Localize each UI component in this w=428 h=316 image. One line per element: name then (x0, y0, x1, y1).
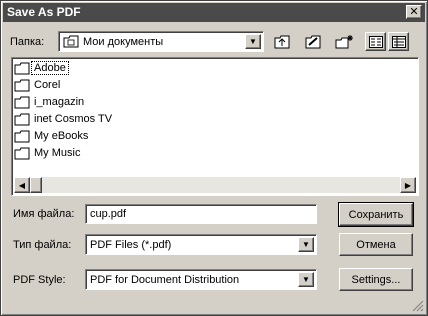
scroll-right-button[interactable]: ▶ (400, 177, 416, 193)
save-as-pdf-dialog: Save As PDF ✕ Папка: Мои документы ▼ Ado… (0, 0, 428, 316)
location-combo[interactable]: Мои документы ▼ (58, 31, 264, 52)
scroll-thumb[interactable] (30, 177, 42, 193)
location-dropdown-button[interactable]: ▼ (245, 34, 261, 49)
pdfstyle-combo[interactable]: PDF for Document Distribution ▼ (85, 269, 317, 290)
folder-name: Corel (34, 79, 61, 91)
close-button[interactable]: ✕ (406, 5, 422, 19)
create-folder-button[interactable] (302, 32, 323, 51)
new-folder-icon (335, 34, 353, 48)
folder-item[interactable]: Corel (14, 77, 62, 93)
details-view-icon (391, 35, 406, 48)
save-button-label: Сохранить (348, 208, 404, 221)
folder-item[interactable]: i_magazin (14, 94, 86, 110)
folder-icon (14, 62, 30, 74)
window-title: Save As PDF (7, 5, 81, 19)
cancel-button[interactable]: Отмена (339, 233, 413, 256)
folder-item[interactable]: inet Cosmos TV (14, 111, 114, 127)
list-view-icon (368, 35, 383, 48)
filetype-label: Тип файла: (13, 239, 72, 251)
new-folder-button[interactable] (333, 32, 354, 51)
pdfstyle-value: PDF for Document Distribution (90, 274, 240, 286)
arrow-right-icon: ▶ (404, 180, 412, 190)
settings-button[interactable]: Settings... (339, 268, 413, 291)
settings-button-label: Settings... (351, 273, 401, 286)
list-view-button[interactable] (365, 32, 386, 51)
location-label: Папка: (10, 36, 45, 48)
folder-name: Adobe (31, 61, 69, 75)
file-list[interactable]: Adobe Corel i_magazininet Cosmos TV My eBoo… (11, 57, 419, 196)
folder-name: My eBooks (34, 130, 89, 142)
filename-value: cup.pdf (90, 208, 127, 220)
resize-grip-icon[interactable] (412, 300, 424, 312)
arrow-left-icon: ◀ (18, 180, 26, 190)
folder-name: My Music (34, 147, 81, 159)
folder-item[interactable]: My Music (14, 145, 82, 161)
save-button[interactable]: Сохранить (338, 202, 414, 227)
folder-icon (14, 147, 30, 159)
folder-name: i_magazin (34, 96, 85, 108)
chevron-down-icon: ▼ (302, 240, 310, 249)
folder-icon (14, 113, 30, 125)
chevron-down-icon: ▼ (249, 37, 257, 46)
folder-item[interactable]: Adobe (14, 60, 69, 76)
folder-name: inet Cosmos TV (34, 113, 113, 125)
folder-icon (14, 130, 30, 142)
folder-icon (14, 79, 30, 91)
filename-label: Имя файла: (13, 208, 75, 220)
chevron-down-icon: ▼ (302, 275, 310, 284)
pdfstyle-dropdown-button[interactable]: ▼ (298, 272, 314, 287)
title-bar[interactable]: Save As PDF ✕ (3, 3, 425, 22)
up-folder-icon (274, 35, 289, 48)
details-view-button[interactable] (388, 32, 409, 51)
up-folder-button[interactable] (271, 32, 292, 51)
cancel-button-label: Отмена (356, 238, 396, 251)
location-value: Мои документы (83, 36, 164, 48)
create-folder-icon (305, 35, 320, 48)
scroll-left-button[interactable]: ◀ (14, 177, 30, 193)
folder-icon (14, 96, 30, 108)
filetype-combo[interactable]: PDF Files (*.pdf) ▼ (85, 234, 317, 255)
filetype-dropdown-button[interactable]: ▼ (298, 237, 314, 252)
documents-folder-icon (63, 35, 79, 48)
pdfstyle-label: PDF Style: (13, 274, 66, 286)
filetype-value: PDF Files (*.pdf) (90, 239, 172, 251)
horizontal-scrollbar[interactable]: ◀ ▶ (14, 177, 416, 193)
close-icon: ✕ (409, 5, 419, 18)
filename-input[interactable]: cup.pdf (85, 204, 317, 224)
folder-item[interactable]: My eBooks (14, 128, 90, 144)
